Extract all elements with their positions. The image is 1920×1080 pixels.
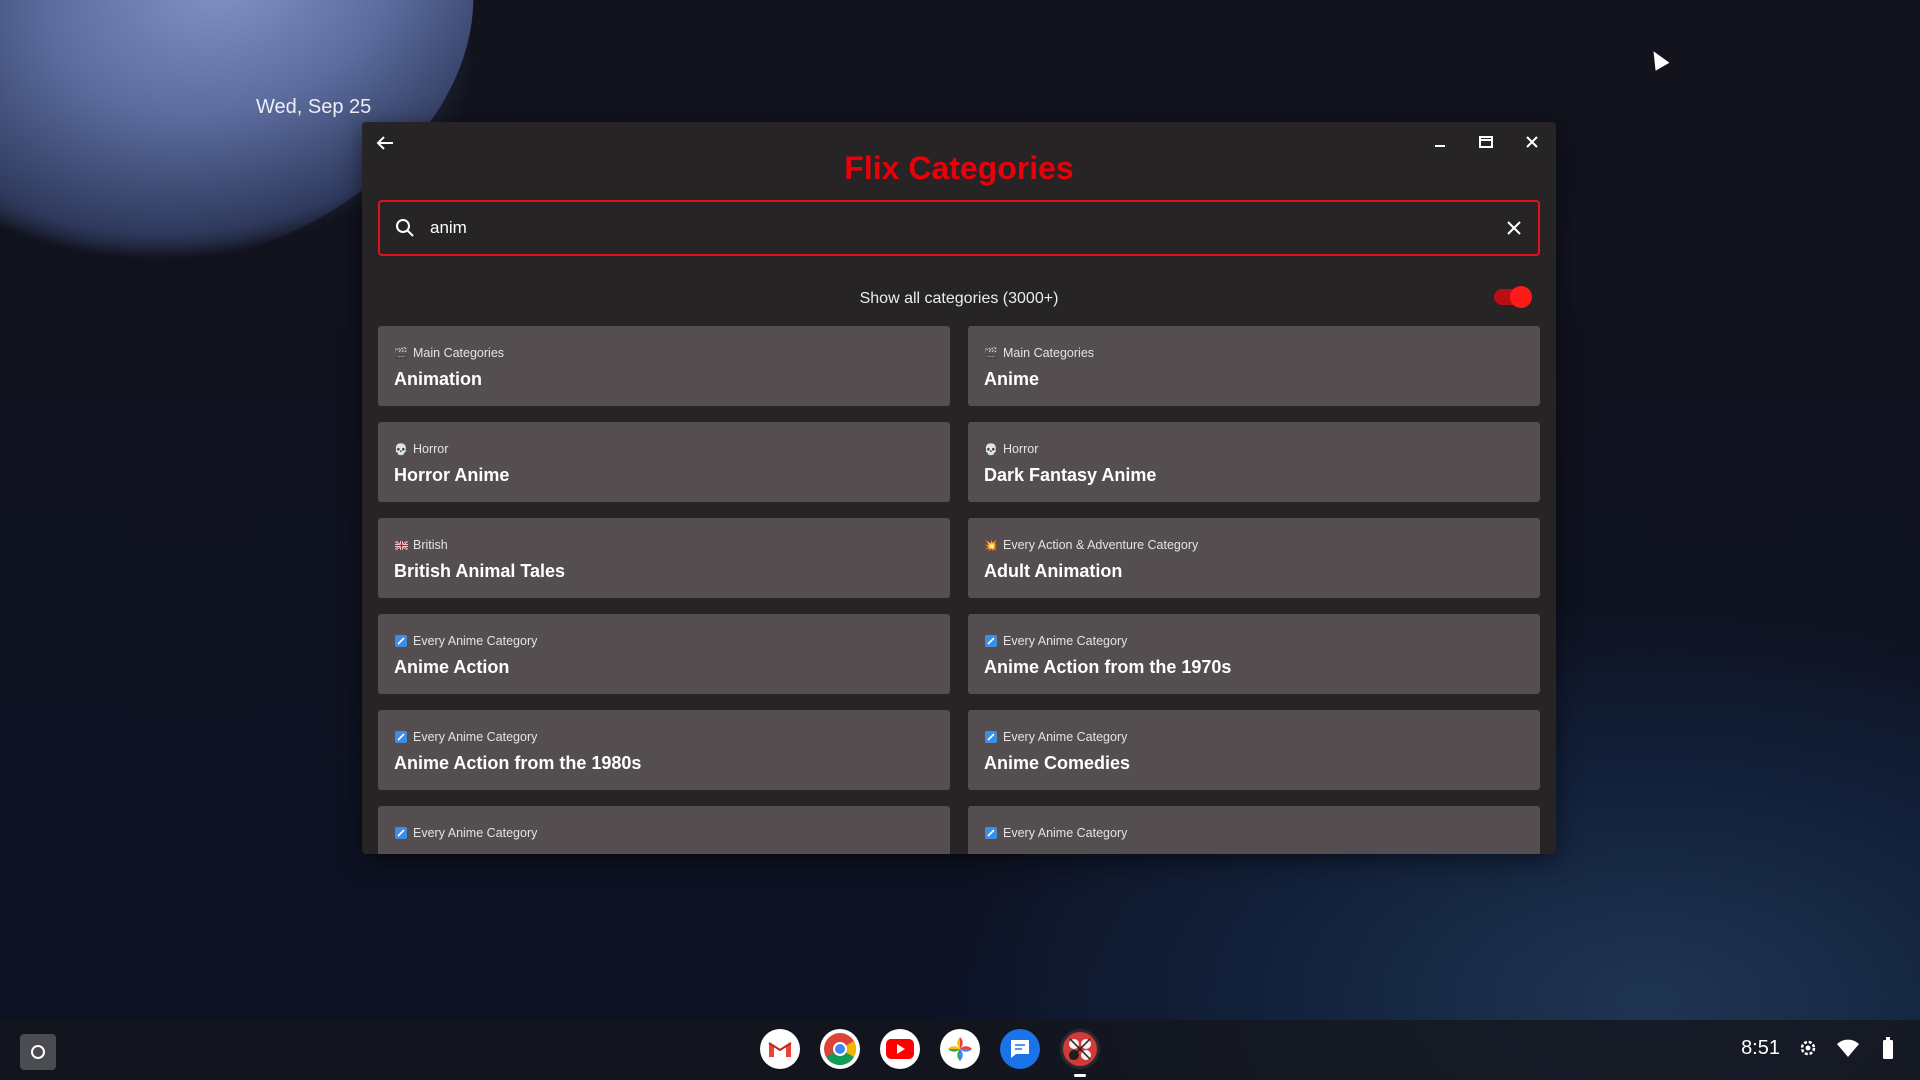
maximize-icon [1479,136,1493,148]
card-title: Anime [984,369,1040,389]
youtube-app[interactable] [880,1029,920,1069]
category-card[interactable]: 🎬 Main Categories Animation [378,326,950,406]
settings-icon[interactable] [1796,1036,1820,1060]
app-title: Flix Categories [844,150,1074,186]
youtube-icon [886,1039,914,1059]
skull-icon: 💀 [394,443,408,456]
status-tray[interactable]: 8:51 [1741,1036,1900,1060]
mouse-cursor [1646,47,1670,71]
card-title: Dark Fantasy Anime [984,465,1157,485]
dock [760,1029,1100,1077]
launcher-icon [31,1045,45,1059]
skull-icon: 💀 [984,443,998,456]
category-card[interactable]: Every Anime Category [968,806,1540,854]
search-input[interactable] [430,218,1490,238]
category-card[interactable]: Every Anime Category Anime Action [378,614,950,694]
category-grid: 🎬 Main Categories Animation 🎬 Main Categor… [378,326,1540,854]
card-category: Every Anime Category [413,826,538,840]
card-title: Anime Action [394,657,510,677]
category-card[interactable]: 💀 Horror Dark Fantasy Anime [968,422,1540,502]
card-category: British [413,538,448,552]
card-title: Anime Comedies [984,753,1131,773]
card-category: Main Categories [1003,346,1095,360]
messages-app[interactable] [1000,1029,1040,1069]
card-title: Anime Action from the 1980s [394,753,642,773]
explosion-icon: 💥 [984,539,998,552]
card-title: Horror Anime [394,465,510,485]
card-category: Every Action & Adventure Category [1003,538,1199,552]
card-title: Adult Animation [984,561,1123,581]
search-box[interactable] [378,200,1540,256]
card-category: Every Anime Category [1003,826,1128,840]
uk-flag-icon [394,539,408,551]
category-card[interactable]: Every Anime Category Anime Action from t… [378,710,950,790]
category-card[interactable]: Every Anime Category [378,806,950,854]
category-card[interactable]: Every Anime Category Anime Comedies [968,710,1540,790]
wifi-icon[interactable] [1836,1036,1860,1060]
search-icon [396,219,414,237]
brush-icon [394,827,408,839]
gmail-icon [768,1042,792,1057]
clapperboard-icon: 🎬 [984,347,998,360]
brush-icon [984,635,998,647]
running-indicator [1074,1074,1086,1077]
chrome-app[interactable] [820,1029,860,1069]
card-title: British Animal Tales [394,561,566,581]
photos-app[interactable] [940,1029,980,1069]
toggle-knob [1510,286,1532,308]
category-card[interactable]: British British Animal Tales [378,518,950,598]
card-category: Every Anime Category [1003,634,1128,648]
clear-search-button[interactable] [1490,220,1538,236]
battery-icon[interactable] [1876,1036,1900,1060]
card-category: Every Anime Category [413,634,538,648]
messages-icon [1011,1040,1029,1058]
category-card[interactable]: 💀 Horror Horror Anime [378,422,950,502]
card-title: Anime Action from the 1970s [984,657,1232,677]
brush-icon [394,635,408,647]
show-all-row: Show all categories (3000+) [378,282,1540,316]
brush-icon [984,827,998,839]
card-category: Horror [1003,442,1039,456]
show-all-toggle[interactable] [1494,286,1532,308]
brush-icon [984,731,998,743]
clock: 8:51 [1741,1036,1780,1059]
close-icon [1526,136,1538,148]
category-card[interactable]: Every Anime Category Anime Action from t… [968,614,1540,694]
clapperboard-icon: 🎬 [394,347,408,360]
launcher-button[interactable] [20,1034,56,1070]
brush-icon [394,731,408,743]
flix-app-icon [1063,1032,1097,1066]
card-category: Every Anime Category [1003,730,1128,744]
card-category: Horror [413,442,449,456]
flix-app[interactable] [1060,1029,1100,1077]
close-icon [1507,221,1521,235]
card-title: Animation [394,369,482,389]
shelf: 8:51 [0,1020,1920,1080]
chrome-icon [824,1033,857,1065]
photos-icon [948,1037,972,1061]
show-all-label: Show all categories (3000+) [859,290,1059,307]
category-card[interactable]: 🎬 Main Categories Anime [968,326,1540,406]
gmail-app[interactable] [760,1029,800,1069]
app-window: Flix Categories Show all categories (300… [362,122,1556,854]
desktop-date: Wed, Sep 25 [256,96,372,118]
category-card[interactable]: 💥 Every Action & Adventure Category Adult… [968,518,1540,598]
minimize-icon [1435,145,1445,147]
card-category: Every Anime Category [413,730,538,744]
card-category: Main Categories [413,346,505,360]
